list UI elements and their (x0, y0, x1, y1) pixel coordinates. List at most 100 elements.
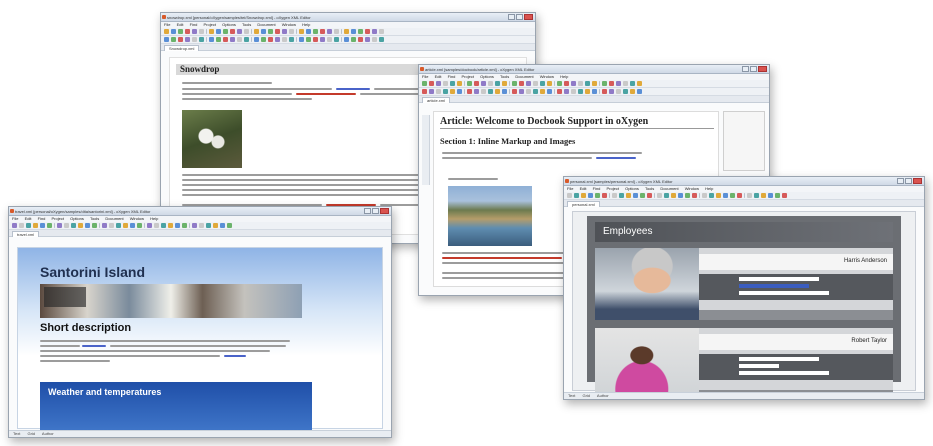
menu-tools[interactable]: Tools (242, 22, 251, 27)
toolbar-button-icon[interactable] (54, 223, 55, 228)
toolbar-button-icon[interactable] (775, 193, 780, 198)
toolbar-button-icon[interactable] (92, 223, 97, 228)
toolbar-button-icon[interactable] (306, 37, 311, 42)
toolbar-button-icon[interactable] (306, 29, 311, 34)
toolbar-button-icon[interactable] (223, 29, 228, 34)
toolbar-button-icon[interactable] (488, 89, 493, 94)
toolbar-button-icon[interactable] (702, 193, 707, 198)
toolbar-button-icon[interactable] (602, 193, 607, 198)
toolbar-button-icon[interactable] (564, 81, 569, 86)
toolbar-button-icon[interactable] (474, 89, 479, 94)
toolbar-button-icon[interactable] (116, 223, 121, 228)
menu-window[interactable]: Window (130, 216, 144, 221)
toolbar-button-icon[interactable] (379, 37, 384, 42)
link-text[interactable] (336, 88, 370, 90)
toolbar-button-icon[interactable] (261, 37, 266, 42)
toolbar-button-icon[interactable] (320, 29, 325, 34)
toolbar-button-icon[interactable] (199, 29, 204, 34)
toolbar-button-icon[interactable] (564, 89, 569, 94)
toolbar-button-icon[interactable] (227, 223, 232, 228)
maximize-button[interactable] (372, 208, 379, 214)
toolbar-button-icon[interactable] (450, 89, 455, 94)
editor-tab[interactable]: Snowdrop.xml (164, 45, 200, 51)
menu-file[interactable]: File (567, 186, 573, 191)
toolbar-button-icon[interactable] (512, 89, 517, 94)
toolbar-button-icon[interactable] (171, 37, 176, 42)
toolbar-button-icon[interactable] (209, 29, 214, 34)
toolbar-button-icon[interactable] (730, 193, 735, 198)
toolbar-button-icon[interactable] (557, 81, 562, 86)
toolbar-button-icon[interactable] (495, 89, 500, 94)
toolbar-button-icon[interactable] (365, 29, 370, 34)
menu-help[interactable]: Help (560, 74, 568, 79)
menu-tools[interactable]: Tools (90, 216, 99, 221)
toolbar-button-icon[interactable] (574, 193, 579, 198)
toolbar-button-icon[interactable] (654, 193, 655, 198)
menu-file[interactable]: File (422, 74, 428, 79)
subordinates-field[interactable] (739, 364, 779, 368)
toolbar-button-icon[interactable] (647, 193, 652, 198)
toolbar-button-icon[interactable] (144, 223, 145, 228)
menu-edit[interactable]: Edit (25, 216, 32, 221)
toolbar-button-icon[interactable] (474, 81, 479, 86)
menu-help[interactable]: Help (302, 22, 310, 27)
toolbar-button-icon[interactable] (429, 81, 434, 86)
toolbar-button-icon[interactable] (358, 29, 363, 34)
mode-grid[interactable]: Grid (27, 431, 35, 436)
toolbar-button-icon[interactable] (526, 89, 531, 94)
link-text[interactable] (596, 157, 636, 159)
toolbar-button-icon[interactable] (199, 37, 204, 42)
toolbar-button-icon[interactable] (209, 37, 214, 42)
toolbar-button-icon[interactable] (592, 81, 597, 86)
close-button[interactable] (758, 66, 767, 72)
menu-window[interactable]: Window (685, 186, 699, 191)
toolbar-button-icon[interactable] (567, 193, 572, 198)
toolbar-button-icon[interactable] (216, 29, 221, 34)
toolbar-button-icon[interactable] (206, 37, 207, 42)
toolbar-button-icon[interactable] (289, 29, 294, 34)
toolbar-button-icon[interactable] (609, 89, 614, 94)
menu-project[interactable]: Project (462, 74, 474, 79)
toolbar-button-icon[interactable] (488, 81, 493, 86)
toolbar-button-icon[interactable] (64, 223, 69, 228)
toolbar-button-icon[interactable] (182, 223, 187, 228)
editor-tab[interactable]: personal.xml (567, 201, 600, 207)
toolbar-button-icon[interactable] (40, 223, 45, 228)
toolbar-button-icon[interactable] (237, 37, 242, 42)
title-bar[interactable]: personal.xml [samples/personal.xml] - oX… (564, 177, 924, 186)
toolbar-button-icon[interactable] (251, 29, 252, 34)
menu-project[interactable]: Project (607, 186, 619, 191)
toolbar-button-icon[interactable] (571, 81, 576, 86)
toolbar-button-icon[interactable] (344, 29, 349, 34)
toolbar-button-icon[interactable] (509, 81, 510, 86)
toolbar-button-icon[interactable] (327, 29, 332, 34)
toolbar-button-icon[interactable] (282, 29, 287, 34)
toolbar-button-icon[interactable] (526, 81, 531, 86)
menu-tools[interactable]: Tools (645, 186, 654, 191)
toolbar-button-icon[interactable] (282, 37, 287, 42)
toolbar-button-icon[interactable] (481, 81, 486, 86)
toolbar-button-icon[interactable] (671, 193, 676, 198)
homepage-field[interactable] (739, 371, 829, 375)
title-bar[interactable]: article.xml [samples/docbook/article.xml… (419, 65, 769, 74)
toolbar-button-icon[interactable] (540, 89, 545, 94)
toolbar-button-icon[interactable] (99, 223, 100, 228)
menu-file[interactable]: File (12, 216, 18, 221)
toolbar-button-icon[interactable] (616, 89, 621, 94)
toolbar-button-icon[interactable] (161, 223, 166, 228)
toolbar-button-icon[interactable] (467, 81, 472, 86)
toolbar-button-icon[interactable] (557, 89, 562, 94)
subordinates-field[interactable] (739, 284, 809, 288)
toolbar-button-icon[interactable] (678, 193, 683, 198)
toolbar-button-icon[interactable] (657, 193, 662, 198)
toolbar-button-icon[interactable] (630, 81, 635, 86)
toolbar-button-icon[interactable] (443, 89, 448, 94)
menu-find[interactable]: Find (593, 186, 601, 191)
menu-edit[interactable]: Edit (177, 22, 184, 27)
menu-find[interactable]: Find (448, 74, 456, 79)
toolbar-button-icon[interactable] (637, 89, 642, 94)
toolbar-button-icon[interactable] (540, 81, 545, 86)
toolbar-button-icon[interactable] (664, 193, 669, 198)
toolbar-button-icon[interactable] (533, 89, 538, 94)
toolbar-button-icon[interactable] (220, 223, 225, 228)
